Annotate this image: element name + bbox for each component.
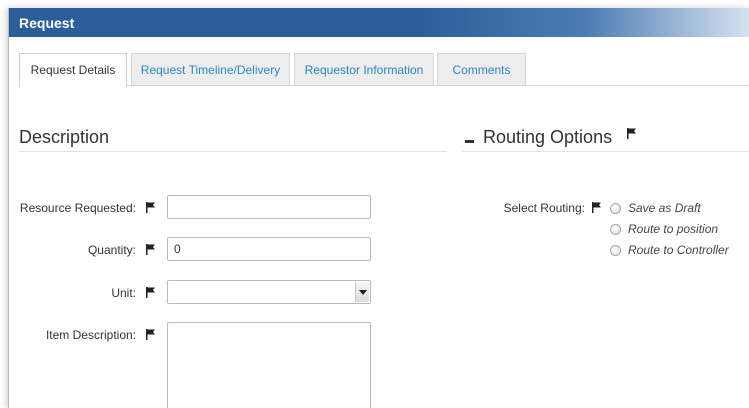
request-panel: Request Request Details Request Timeline… <box>8 8 749 408</box>
tab-request-timeline-delivery[interactable]: Request Timeline/Delivery <box>131 53 290 86</box>
radio-save-as-draft[interactable] <box>610 203 621 214</box>
flag-icon <box>146 244 155 255</box>
unit-select[interactable] <box>167 280 371 304</box>
item-description-textarea[interactable] <box>167 322 371 408</box>
description-heading: Description <box>19 127 110 147</box>
description-divider <box>19 151 447 152</box>
tab-requestor-information[interactable]: Requestor Information <box>294 53 434 86</box>
chevron-down-icon[interactable] <box>355 282 369 302</box>
tab-request-details[interactable]: Request Details <box>19 53 127 87</box>
quantity-label: Quantity: <box>87 243 136 257</box>
radio-route-to-controller[interactable] <box>610 245 621 256</box>
resource-requested-label: Resource Requested: <box>19 201 136 215</box>
routing-options-heading: Routing Options <box>483 127 613 147</box>
routing-divider <box>461 151 749 152</box>
tab-comments[interactable]: Comments <box>437 53 526 86</box>
item-description-label: Item Description: <box>45 328 136 342</box>
radio-label-save-as-draft[interactable]: Save as Draft <box>628 201 701 215</box>
unit-label: Unit: <box>111 286 136 300</box>
select-routing-label: Select Routing: <box>503 201 585 215</box>
flag-icon <box>146 202 155 213</box>
panel-title: Request <box>19 15 75 31</box>
minus-icon[interactable] <box>465 140 474 143</box>
flag-icon <box>146 329 155 340</box>
panel-header: Request <box>9 8 749 37</box>
tab-divider <box>19 85 749 86</box>
tab-bar: Request Details Request Timeline/Deliver… <box>19 53 749 87</box>
radio-label-route-to-position[interactable]: Route to position <box>628 222 718 236</box>
flag-icon <box>592 202 601 213</box>
flag-icon <box>146 287 155 298</box>
flag-icon <box>627 128 636 139</box>
radio-label-route-to-controller[interactable]: Route to Controller <box>628 243 729 257</box>
quantity-input[interactable] <box>167 237 371 261</box>
resource-requested-input[interactable] <box>167 195 371 219</box>
radio-route-to-position[interactable] <box>610 224 621 235</box>
